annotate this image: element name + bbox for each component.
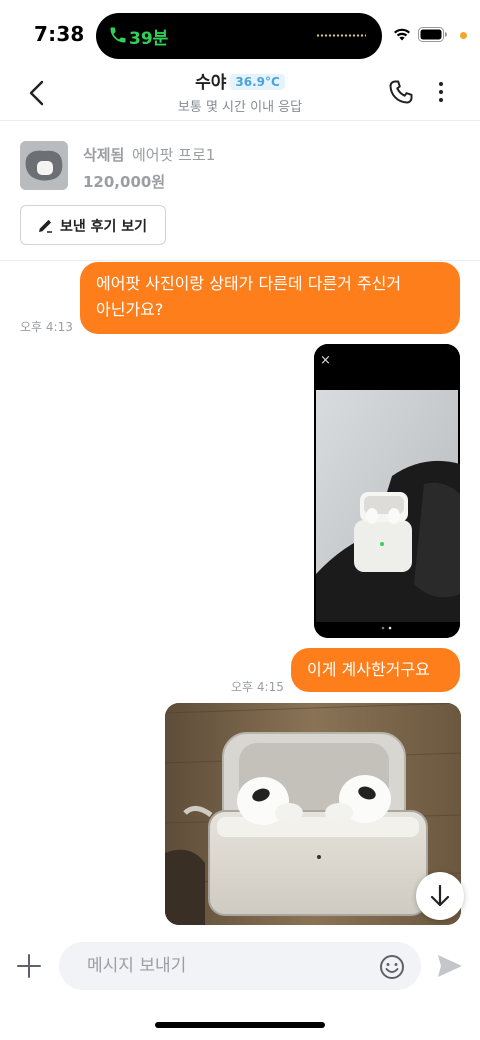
battery-icon [418,27,447,42]
sent-photo-airpods-case[interactable]: × [314,344,460,638]
audio-waveform-icon [316,34,366,37]
header-divider [0,120,480,121]
scroll-to-bottom-button[interactable] [416,872,464,920]
wifi-icon [394,28,410,41]
sent-review-button[interactable]: 보낸 후기 보기 [20,205,166,245]
message-timestamp: 오후 4:13 [20,320,73,334]
more-vertical-icon[interactable] [432,80,450,104]
sent-review-button-label: 보낸 후기 보기 [60,219,148,235]
send-icon[interactable] [436,953,464,979]
plus-icon[interactable] [16,953,42,979]
message-timestamp: 오후 4:15 [231,680,284,694]
call-duration: 39분 [129,29,169,49]
chat-partner-name: 수야 [195,73,227,93]
arrow-down-icon [430,884,450,907]
product-thumbnail[interactable] [20,141,68,190]
status-time: 7:38 [34,22,85,46]
product-name[interactable]: 에어팟 프로1 [132,144,215,165]
product-price: 120,000원 [83,173,166,191]
airpods-case-photo [314,344,460,638]
message-text-line: 아닌가요? [96,300,164,319]
pencil-icon [39,219,52,233]
close-icon[interactable]: × [320,354,331,367]
emoji-icon[interactable] [379,954,405,980]
product-divider [0,260,480,261]
phone-icon[interactable] [388,79,414,105]
message-bubble-sent[interactable]: 에어팟 사진이랑 상태가 다른데 다른거 주신거 아닌가요? [80,262,460,334]
chat-header: 수야 36.9°C 보통 몇 시간 이내 응답 [0,66,480,120]
message-bubble-sent[interactable]: 이게 계사한거구요 [291,648,460,692]
airpods-case-thumbnail-icon [20,141,68,190]
home-indicator [155,1022,325,1028]
status-bar: 7:38 39분 [0,0,480,66]
dynamic-island[interactable]: 39분 [96,13,382,59]
manner-temperature-badge: 36.9°C [230,74,285,90]
privacy-indicator-dot [460,32,467,39]
message-text: 이게 계사한거구요 [307,660,430,679]
phone-icon [110,27,126,43]
product-status: 삭제됨 [83,146,125,164]
message-input[interactable] [59,942,421,990]
message-text-line: 에어팟 사진이랑 상태가 다른데 다른거 주신거 [96,274,402,293]
